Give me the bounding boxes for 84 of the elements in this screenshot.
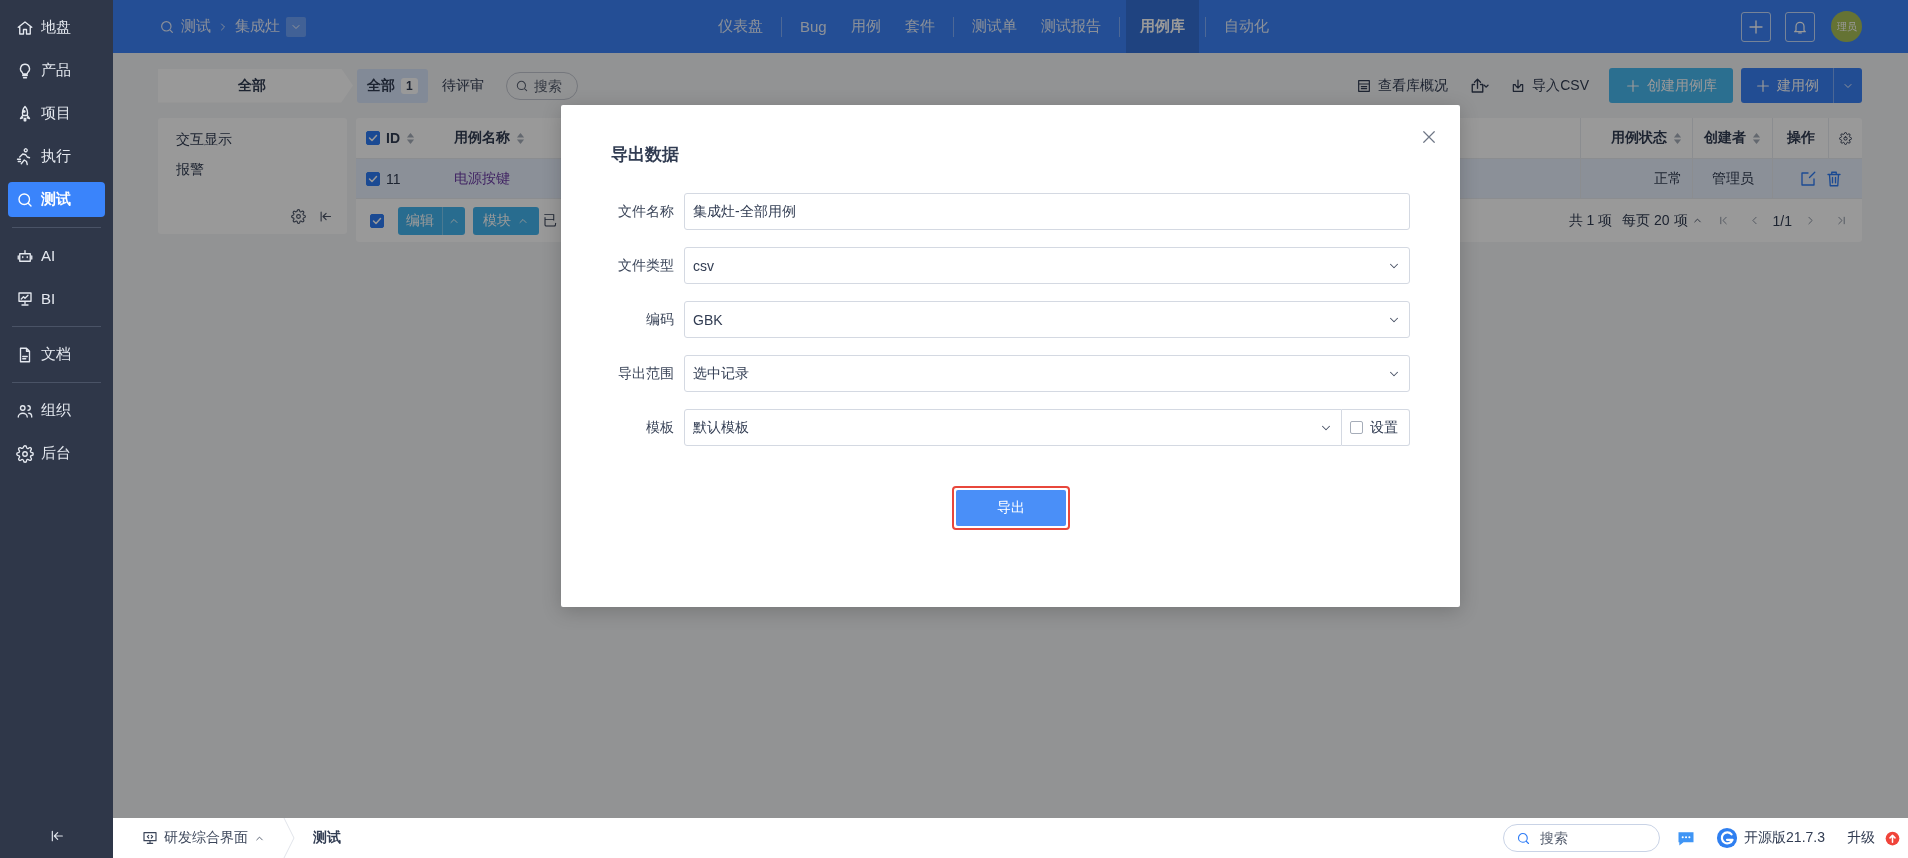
edition-label: 开源版21.7.3: [1744, 829, 1825, 847]
select-field[interactable]: 默认模板: [684, 409, 1342, 446]
checkbox[interactable]: [366, 131, 380, 145]
sort-icon[interactable]: [1752, 131, 1761, 145]
app-switcher[interactable]: 研发综合界面: [142, 829, 265, 847]
count-badge: 1: [401, 77, 418, 94]
edit-icon[interactable]: [1798, 169, 1817, 188]
export-button[interactable]: 导出: [955, 490, 1066, 526]
import-link[interactable]: 导入CSV: [1510, 76, 1589, 95]
column-header[interactable]: 创建者: [1704, 129, 1746, 147]
column-header[interactable]: ID: [386, 130, 400, 146]
table-cell: 11: [386, 170, 401, 187]
plus-icon: [1747, 17, 1765, 36]
breadcrumb-item: 测试: [313, 829, 341, 847]
page-size-selector[interactable]: 每页 20 项: [1622, 211, 1703, 230]
checkbox[interactable]: [1350, 421, 1363, 434]
column-header[interactable]: 用例状态: [1611, 129, 1667, 147]
sort-icon[interactable]: [406, 131, 415, 145]
sidebar-item[interactable]: 项目: [8, 96, 105, 131]
sidebar-item[interactable]: 组织: [8, 393, 105, 428]
arrow-up-icon: [1885, 830, 1900, 846]
monitor-icon: [142, 830, 158, 846]
sidebar-item[interactable]: 地盘: [8, 10, 105, 45]
sidebar-item[interactable]: 测试: [8, 182, 105, 217]
create-case-button[interactable]: 建用例: [1741, 68, 1833, 103]
sort-icon[interactable]: [1673, 131, 1682, 145]
total-count: 共 1 项: [1568, 211, 1613, 230]
search-icon: [514, 78, 529, 93]
settings-icon: [16, 444, 34, 463]
search-icon: [159, 18, 175, 35]
checkbox[interactable]: [366, 171, 380, 186]
case-link[interactable]: 电源按键: [454, 169, 510, 188]
trash-icon[interactable]: [1824, 169, 1843, 188]
column-header: 操作: [1786, 129, 1815, 147]
filter-tab[interactable]: 待评审: [431, 68, 494, 103]
input-field[interactable]: 集成灶-全部用例: [684, 193, 1410, 230]
settings-icon[interactable]: [1839, 130, 1852, 146]
sidebar-item[interactable]: 后台: [8, 436, 105, 471]
page-indicator: 1/1: [1772, 212, 1792, 229]
chart-board-icon: [16, 289, 34, 308]
field-label: 编码: [645, 310, 674, 329]
tree-item[interactable]: 交互显示: [176, 131, 329, 149]
search-field[interactable]: 搜索: [1503, 824, 1661, 852]
collapse-icon[interactable]: [318, 209, 333, 224]
field-label: 模板: [645, 418, 674, 437]
chevron-icon: [283, 818, 295, 858]
overview-link[interactable]: 查看库概况: [1356, 76, 1449, 95]
sidebar-item[interactable]: 产品: [8, 53, 105, 88]
field-label: 导出范围: [617, 364, 674, 383]
search-field[interactable]: 搜索: [505, 71, 578, 100]
sort-icon[interactable]: [516, 131, 525, 145]
plus-icon: [1755, 77, 1771, 94]
field-label: 文件类型: [617, 256, 674, 275]
search-icon: [16, 190, 34, 209]
add-button[interactable]: [1741, 11, 1771, 42]
sidebar-item[interactable]: 执行: [8, 139, 105, 174]
upgrade-link[interactable]: 升级: [1847, 829, 1900, 847]
last-page-icon[interactable]: [1835, 214, 1848, 227]
notification-button[interactable]: [1785, 11, 1815, 42]
settings-icon[interactable]: [291, 209, 306, 224]
field-label: 文件名称: [617, 202, 674, 221]
search-icon: [1516, 830, 1532, 846]
module-tab[interactable]: 全部: [158, 68, 353, 103]
select-field[interactable]: GBK: [684, 301, 1410, 338]
plus-icon: [1625, 77, 1641, 94]
setting-option[interactable]: 设置: [1342, 409, 1410, 446]
checkbox[interactable]: [370, 213, 384, 228]
select-field[interactable]: csv: [684, 247, 1410, 284]
sidebar-item[interactable]: 文档: [8, 337, 105, 372]
dropdown-button[interactable]: [442, 206, 465, 235]
column-header[interactable]: 用例名称: [454, 129, 510, 147]
sidebar-item[interactable]: AI: [8, 238, 105, 273]
table-cell: 正常: [1654, 169, 1682, 188]
logo-icon: [1716, 827, 1739, 849]
select-field[interactable]: 选中记录: [684, 355, 1410, 392]
table-cell: 管理员: [1711, 169, 1754, 188]
tree-item[interactable]: 报警: [176, 161, 329, 179]
list-icon: [1356, 77, 1373, 94]
filter-tab[interactable]: 全部 1: [357, 68, 428, 103]
sidebar-item[interactable]: BI: [8, 281, 105, 316]
close-icon[interactable]: [1420, 128, 1438, 146]
selection-note: 已: [543, 211, 557, 230]
dropdown-button[interactable]: [1833, 68, 1862, 103]
dialog-title: 导出数据: [611, 144, 680, 166]
